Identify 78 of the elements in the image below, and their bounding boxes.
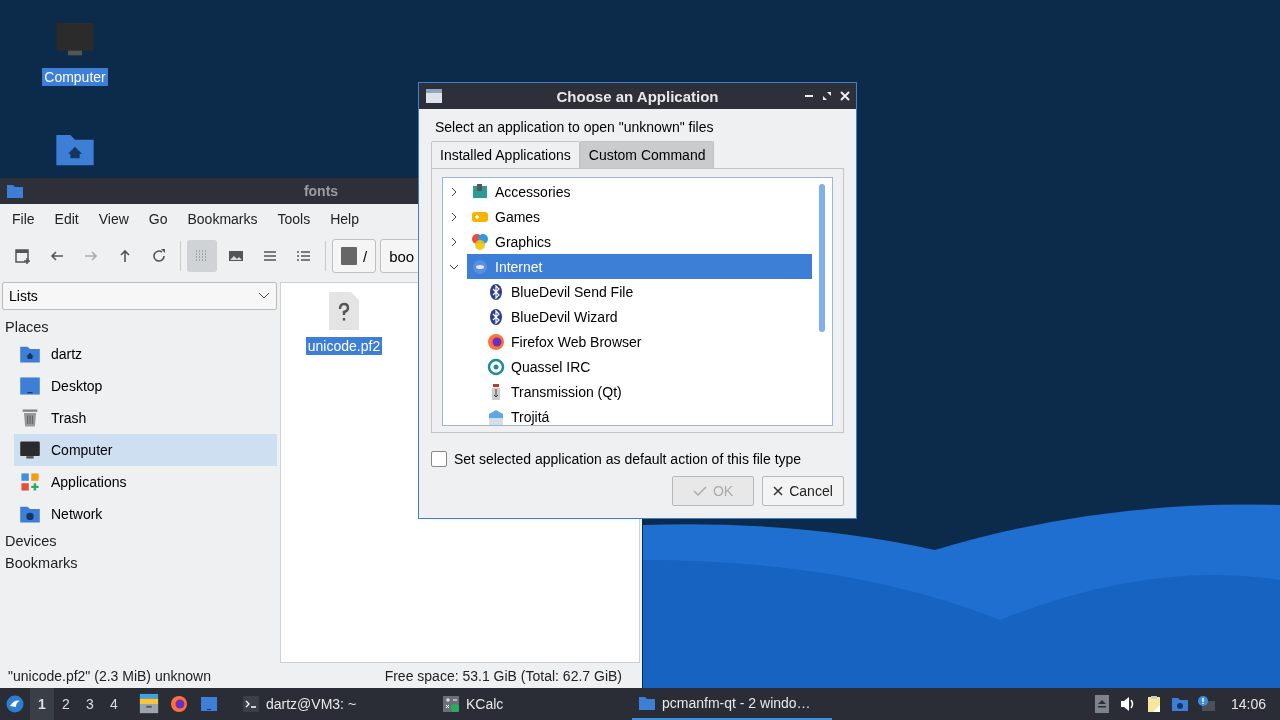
sidebar-item[interactable]: Desktop <box>14 370 277 402</box>
menu-item[interactable]: View <box>88 206 139 232</box>
menu-item[interactable]: Edit <box>44 206 89 232</box>
graphics-icon <box>471 232 489 251</box>
sidebar-item[interactable]: Applications <box>14 466 277 498</box>
sidebar-item[interactable]: Trash <box>14 402 277 434</box>
checkbox[interactable] <box>431 451 447 467</box>
sidebar-section[interactable]: Devices <box>2 530 277 552</box>
sidebar-item[interactable]: Network <box>14 498 277 530</box>
mail-icon <box>487 407 505 425</box>
path-button[interactable]: / <box>332 239 377 273</box>
firefox-icon <box>487 332 505 351</box>
task-button[interactable]: pcmanfm-qt - 2 windo… <box>632 688 832 720</box>
sidebar-section[interactable]: Places <box>2 316 277 338</box>
network-icon <box>1170 695 1189 713</box>
clock[interactable]: 14:06 <box>1222 696 1280 712</box>
update-icon <box>1196 695 1215 713</box>
sidebar-section[interactable]: Bookmarks <box>2 552 277 574</box>
tree-item[interactable]: Quassel IRC <box>483 354 812 379</box>
dialog-title: Choose an Application <box>556 87 719 105</box>
file-name[interactable]: unicode.pf2 <box>305 337 383 355</box>
task-button[interactable]: dartz@VM3: ~ <box>236 688 436 720</box>
internet-icon <box>471 257 489 276</box>
cancel-button[interactable]: Cancel <box>762 476 844 506</box>
close-icon[interactable] <box>840 91 850 101</box>
check-icon <box>692 485 707 497</box>
bluetooth-icon <box>487 282 505 301</box>
workspace-button[interactable]: 2 <box>54 688 78 720</box>
tree-item[interactable]: BlueDevil Wizard <box>483 304 812 329</box>
tree-item[interactable]: Games <box>467 204 812 229</box>
menu-item[interactable]: Help <box>320 206 369 232</box>
accessories-icon <box>471 182 489 201</box>
tree-item[interactable]: Graphics <box>467 229 812 254</box>
terminal-icon <box>242 695 260 713</box>
prompt-text: Select an application to open "unknown" files <box>434 119 715 137</box>
window-icon <box>425 88 443 104</box>
tree-item[interactable]: BlueDevil Send File <box>483 279 812 304</box>
tree-item[interactable]: Trojitá <box>483 404 812 425</box>
caret-icon <box>258 292 270 300</box>
menu-item[interactable]: Tools <box>267 206 321 232</box>
workspace-button[interactable]: 4 <box>102 688 126 720</box>
task-button[interactable]: KCalc <box>436 688 632 720</box>
tab[interactable]: Installed Applications <box>431 141 580 168</box>
free-space-text: Free space: 53.1 GiB (Total: 62.7 GiB) <box>384 667 622 684</box>
menu-item[interactable]: Bookmarks <box>177 206 268 232</box>
tree-item[interactable]: Firefox Web Browser <box>483 329 812 354</box>
desktop-icon <box>19 375 41 397</box>
checkbox-label[interactable]: Set selected application as default action of this file type <box>454 451 802 467</box>
unknown-file-icon <box>327 291 361 331</box>
bluetooth-icon <box>487 307 505 326</box>
status-text: "unicode.pf2" (2.3 MiB) unknown <box>8 667 211 684</box>
workspace-button[interactable]: 1 <box>30 688 54 720</box>
tree-item[interactable]: Internet <box>467 254 812 279</box>
desktop-icon-label[interactable]: Computer <box>42 68 108 86</box>
calc-icon <box>442 695 460 713</box>
window-title: fonts <box>303 183 339 199</box>
menu-item[interactable]: Go <box>138 206 178 232</box>
tab[interactable]: Custom Command <box>579 141 715 168</box>
bird-icon <box>6 695 24 713</box>
file-cabinet-icon <box>138 693 160 715</box>
window-icon <box>6 182 24 200</box>
quassel-icon <box>487 357 505 376</box>
apps-icon <box>19 471 41 493</box>
sidebar-item[interactable]: dartz <box>14 338 277 370</box>
menu-item[interactable]: File <box>2 206 45 232</box>
eject-icon <box>1092 695 1111 713</box>
browser-icon <box>170 695 188 713</box>
scrollbar-thumb[interactable] <box>819 184 825 332</box>
desktop-icon <box>200 695 218 713</box>
workspace-button[interactable]: 3 <box>78 688 102 720</box>
folder-icon <box>638 694 656 712</box>
tree-item[interactable]: Transmission (Qt) <box>483 379 812 404</box>
close-icon <box>773 486 784 496</box>
tree-item[interactable]: Accessories <box>467 179 812 204</box>
computer-icon <box>19 439 41 461</box>
sidebar-item[interactable]: Computer <box>14 434 277 466</box>
sidebar-dropdown[interactable]: Lists <box>2 282 277 310</box>
maximize-icon[interactable] <box>822 91 832 101</box>
